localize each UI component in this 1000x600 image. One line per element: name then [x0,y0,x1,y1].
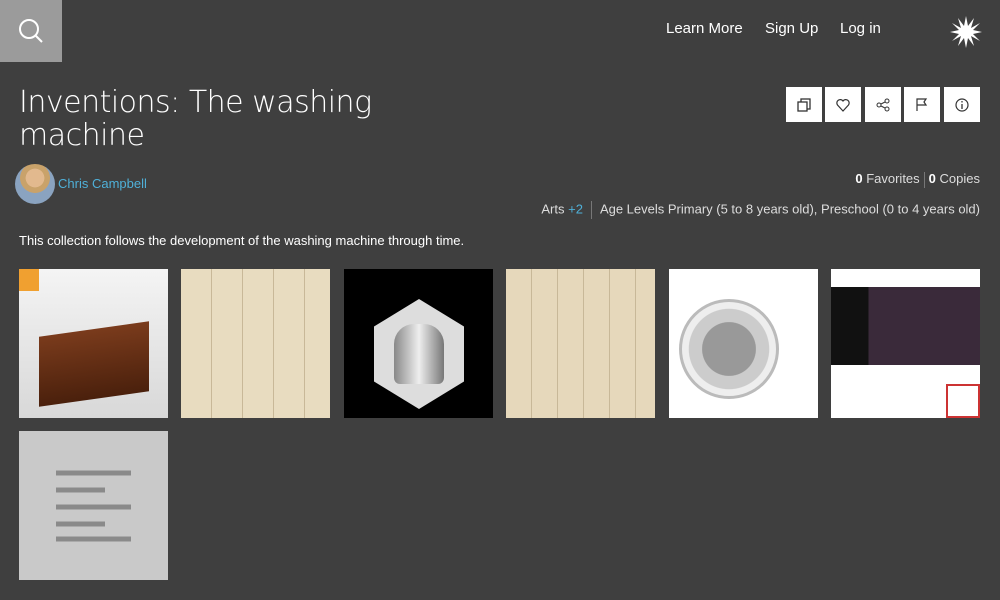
page-title: Inventions: The washing machine [19,85,372,153]
flag-icon [916,97,928,111]
item-thumbnail-text[interactable] [19,431,168,580]
favorite-button[interactable] [825,87,861,122]
favorites-count: 0 [855,171,863,186]
sunburst-logo-icon[interactable] [950,16,982,48]
subject: Arts [541,201,565,217]
item-thumbnail[interactable] [181,269,330,418]
collection-description: This collection follows the development … [19,233,465,248]
share-icon [876,98,890,111]
flag-button[interactable] [904,87,940,122]
copies-count: 0 [928,171,936,186]
nav-sign-up[interactable]: Sign Up [765,20,818,37]
item-thumbnail[interactable] [19,269,168,418]
text-document-icon [56,470,131,542]
search-button[interactable] [0,0,62,62]
avatar[interactable] [15,164,55,204]
nav-log-in[interactable]: Log in [840,20,881,37]
item-thumbnail[interactable] [344,269,493,418]
subject-more-link[interactable]: +2 [568,201,583,216]
collection-stats: 0 Favorites 0 Copies [855,171,980,188]
washer-image [39,321,149,407]
copy-button[interactable] [786,87,822,122]
heart-icon [836,98,850,112]
collection-meta: Arts +2 Age Levels Primary (5 to 8 years … [541,201,980,219]
info-button[interactable] [944,87,980,122]
copies-label: Copies [939,171,980,186]
share-button[interactable] [865,87,901,122]
item-thumbnail-video[interactable] [831,269,980,418]
favorites-label: Favorites [866,171,920,186]
search-icon [19,19,43,43]
nav-learn-more[interactable]: Learn More [666,20,743,37]
author-link[interactable]: Chris Campbell [58,176,147,191]
info-icon [955,97,969,112]
item-thumbnail[interactable] [506,269,655,418]
copy-icon [797,97,811,112]
collection-badge-icon [19,269,39,291]
age-levels: Age Levels Primary (5 to 8 years old), P… [599,201,980,217]
item-thumbnail[interactable] [669,269,818,418]
